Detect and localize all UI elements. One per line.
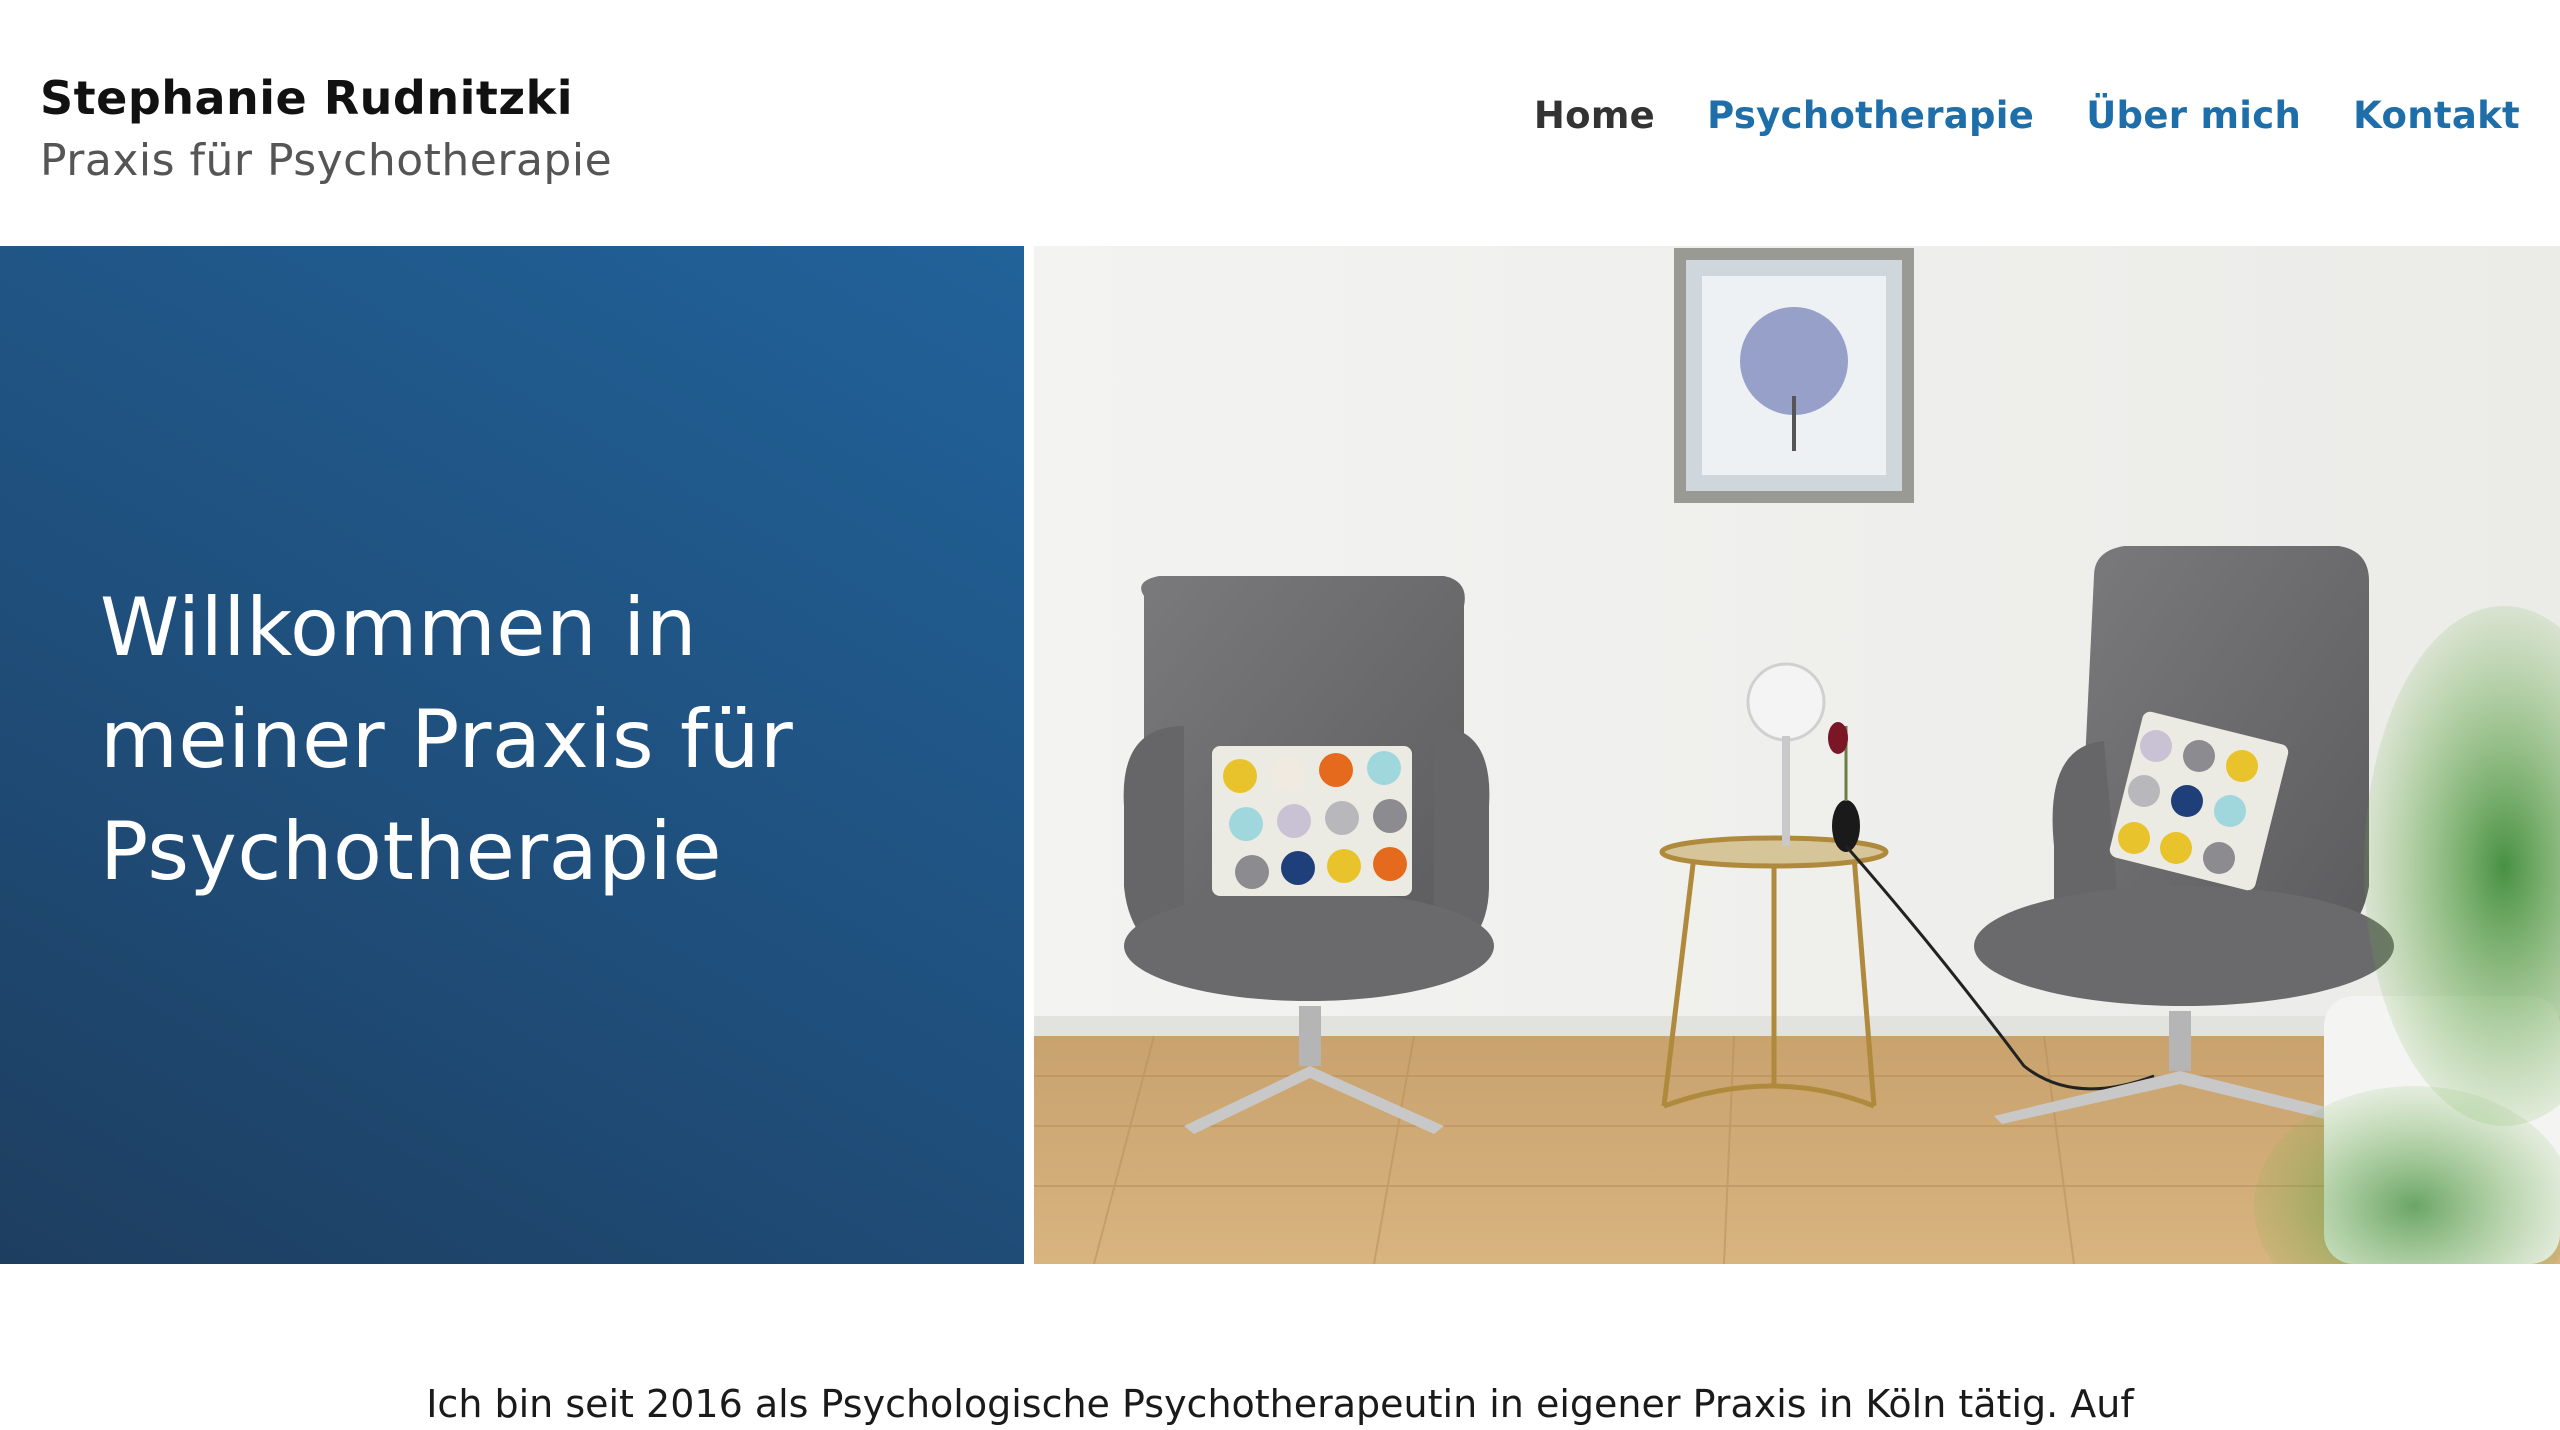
hero-title-line: Willkommen in	[100, 581, 698, 674]
site-header: Stephanie Rudnitzki Praxis für Psychothe…	[0, 0, 2560, 246]
nav-ueber-mich[interactable]: Über mich	[2086, 94, 2301, 137]
nav-psychotherapie[interactable]: Psychotherapie	[1707, 94, 2034, 137]
intro-text: Ich bin seit 2016 als Psychologische Psy…	[426, 1382, 2134, 1426]
hero-title-line: meiner Praxis für	[100, 693, 794, 786]
hero-title-line: Psychotherapie	[100, 805, 722, 898]
hero: Willkommen in meiner Praxis für Psychoth…	[0, 246, 2560, 1264]
practice-room-illustration	[1034, 246, 2560, 1264]
hero-panel: Willkommen in meiner Praxis für Psychoth…	[0, 246, 1024, 1264]
main-nav: Home Psychotherapie Über mich Kontakt	[1534, 94, 2520, 137]
nav-kontakt[interactable]: Kontakt	[2353, 94, 2520, 137]
hero-title: Willkommen in meiner Praxis für Psychoth…	[100, 572, 960, 908]
brand-name[interactable]: Stephanie Rudnitzki	[40, 66, 612, 130]
nav-home[interactable]: Home	[1534, 94, 1655, 137]
hero-photo	[1034, 246, 2560, 1264]
brand[interactable]: Stephanie Rudnitzki Praxis für Psychothe…	[40, 66, 612, 192]
brand-tagline: Praxis für Psychotherapie	[40, 135, 613, 186]
